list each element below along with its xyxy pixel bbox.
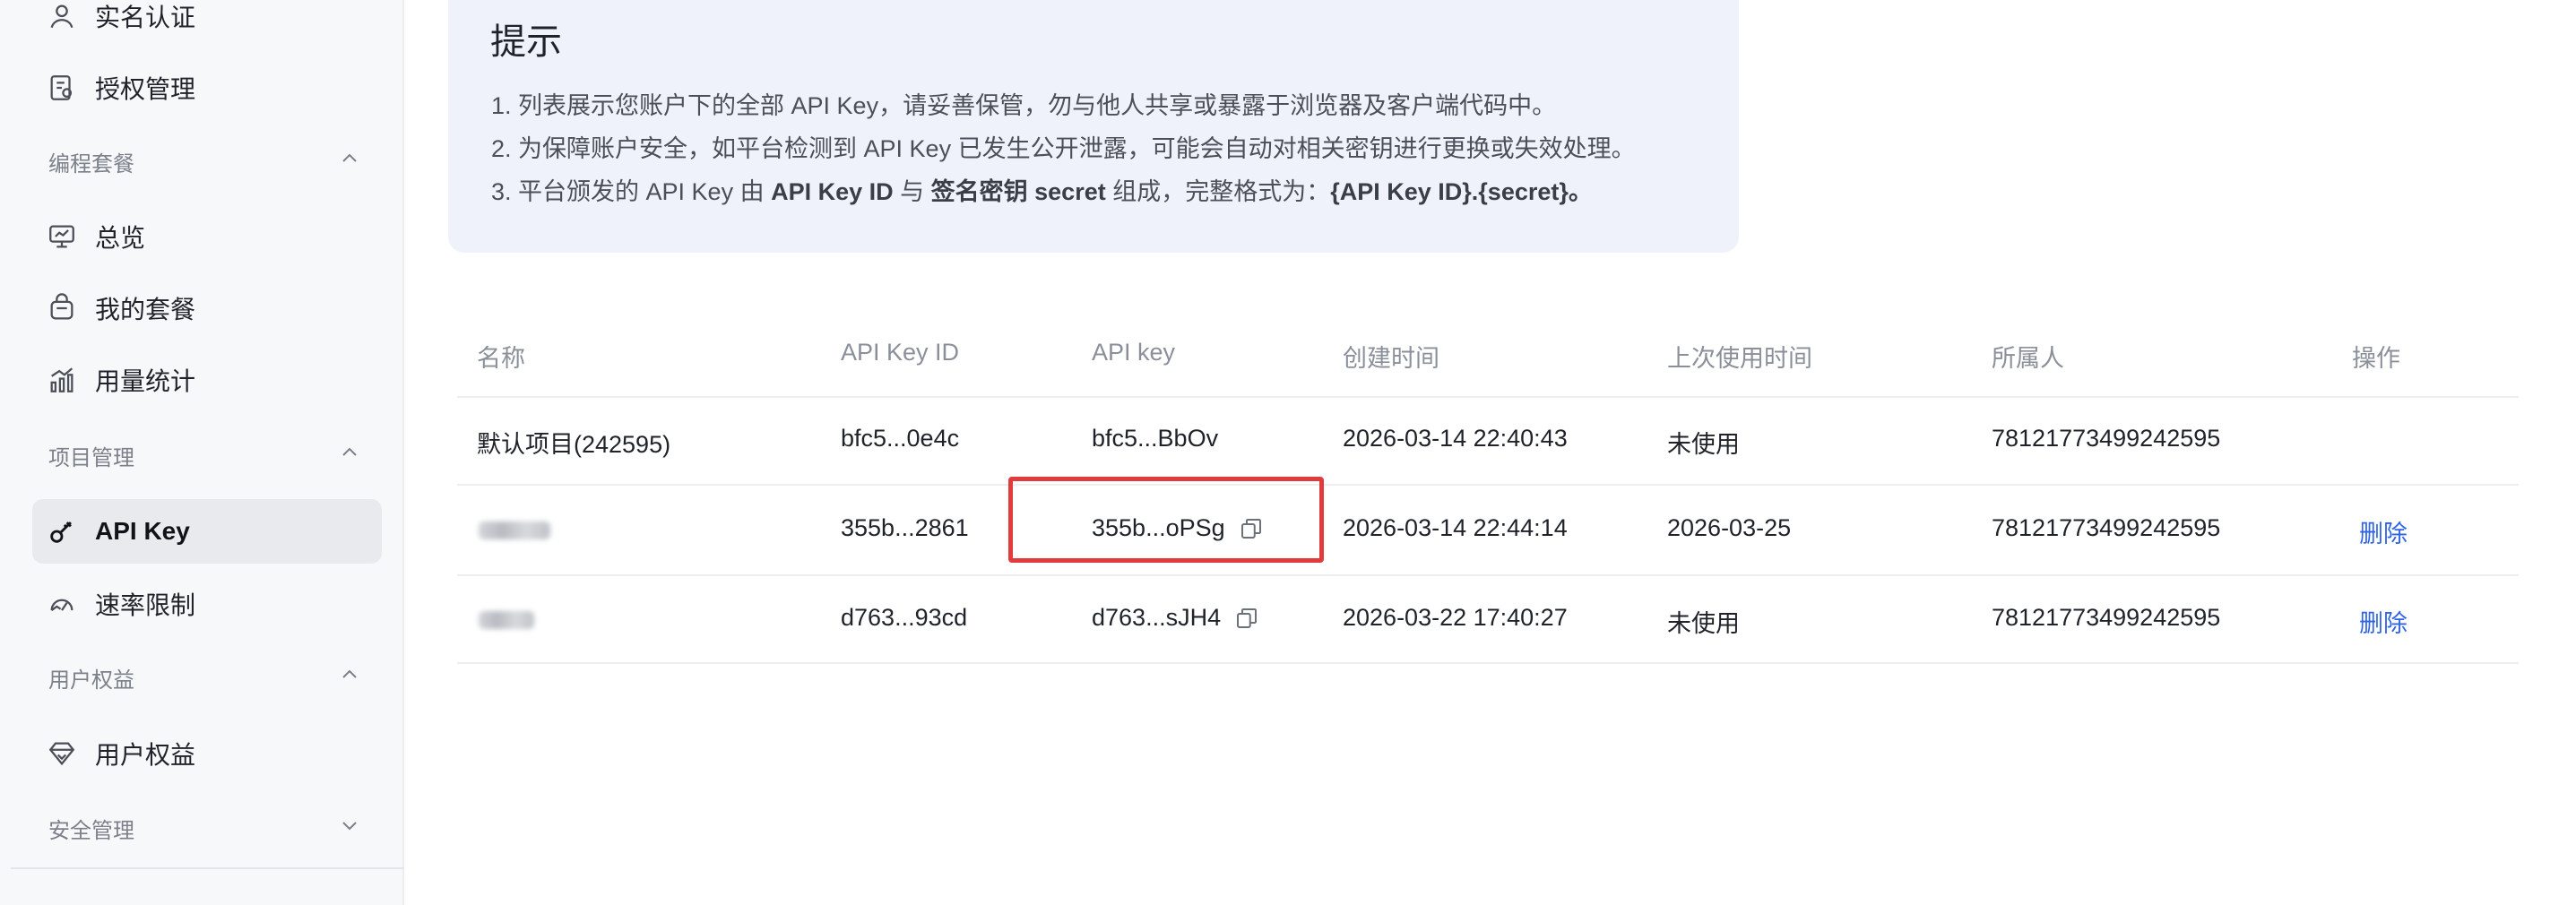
blurred-name: [479, 611, 534, 629]
row-divider: [457, 396, 2519, 398]
column-header-name: 名称: [477, 345, 525, 372]
column-header-created: 创建时间: [1343, 345, 1439, 372]
group-label: 编程套餐: [48, 151, 134, 177]
diamond-icon: [47, 738, 77, 769]
cell-last-used: 2026-03-25: [1667, 514, 1792, 541]
highlight-box: [1008, 477, 1324, 563]
cell-key-id: d763...93cd: [841, 604, 968, 631]
cell-key-id: bfc5...0e4c: [841, 425, 960, 452]
chevron-up-icon: [339, 442, 360, 470]
column-header-action: 操作: [2352, 345, 2400, 372]
sidebar-item-label: API Key: [95, 517, 190, 545]
column-header-last-used: 上次使用时间: [1667, 345, 1812, 372]
row-divider: [457, 662, 2519, 664]
blurred-name: [479, 521, 550, 539]
cell-api-key: d763...sJH4: [1092, 604, 1260, 632]
sidebar-item-label: 用户权益: [95, 741, 196, 769]
user-icon: [47, 1, 77, 31]
monitor-icon: [47, 221, 77, 252]
bag-icon: [47, 293, 77, 323]
tip-title: 提示: [490, 22, 562, 62]
tip-line-1: 1. 列表展示您账户下的全部 API Key，请妥善保管，勿与他人共享或暴露于浏…: [491, 92, 1557, 119]
column-header-key-id: API Key ID: [841, 339, 960, 366]
sidebar-item-label: 我的套餐: [95, 296, 196, 323]
tip-box: [448, 0, 1739, 253]
cell-created: 2026-03-22 17:40:27: [1343, 604, 1568, 631]
group-label: 项目管理: [48, 445, 134, 470]
key-icon: [47, 516, 77, 547]
sidebar-item-my-plan[interactable]: 我的套餐: [32, 276, 382, 340]
cell-name: 默认项目(242595): [477, 431, 671, 458]
cell-owner: 78121773499242595: [1992, 604, 2221, 631]
tip-line-2: 2. 为保障账户安全，如平台检测到 API Key 已发生公开泄露，可能会自动对…: [491, 135, 1636, 162]
group-project-management[interactable]: 项目管理: [32, 428, 382, 482]
sidebar-item-label: 用量统计: [95, 367, 196, 395]
sidebar-divider: [11, 867, 404, 869]
group-label: 用户权益: [48, 668, 134, 693]
column-header-owner: 所属人: [1992, 345, 2064, 372]
delete-button[interactable]: 删除: [2359, 514, 2407, 549]
sidebar-item-authorization[interactable]: 授权管理: [32, 56, 382, 120]
gauge-icon: [47, 589, 77, 619]
column-header-api-key: API key: [1092, 339, 1176, 366]
sidebar-item-api-key[interactable]: API Key: [32, 499, 382, 564]
sidebar-item-label: 总览: [95, 224, 146, 252]
cell-api-key: bfc5...BbOv: [1092, 425, 1219, 452]
group-user-benefits[interactable]: 用户权益: [32, 651, 382, 704]
sidebar-item-label: 速率限制: [95, 591, 196, 619]
cell-last-used: 未使用: [1667, 431, 1740, 458]
cell-created: 2026-03-14 22:44:14: [1343, 514, 1568, 541]
sidebar-item-usage-stats[interactable]: 用量统计: [32, 348, 382, 412]
document-icon: [47, 73, 77, 103]
delete-button[interactable]: 删除: [2359, 604, 2407, 639]
sidebar-item-user-benefits[interactable]: 用户权益: [32, 721, 382, 786]
row-divider: [457, 574, 2519, 576]
group-security-management[interactable]: 安全管理: [32, 801, 382, 855]
chart-icon: [47, 365, 77, 395]
tip-line-3: 3. 平台颁发的 API Key 由 API Key ID 与 签名密钥 sec…: [491, 178, 1593, 205]
group-coding-plan[interactable]: 编程套餐: [32, 134, 382, 188]
chevron-down-icon: [339, 814, 360, 842]
sidebar-item-overview[interactable]: 总览: [32, 204, 382, 269]
sidebar-item-label: 实名认证: [95, 4, 196, 31]
sidebar-item-real-name[interactable]: 实名认证: [32, 0, 382, 48]
sidebar-item-rate-limit[interactable]: 速率限制: [32, 572, 382, 636]
copy-icon[interactable]: [1233, 605, 1260, 632]
cell-key-id: 355b...2861: [841, 514, 969, 541]
chevron-up-icon: [339, 664, 360, 692]
cell-owner: 78121773499242595: [1992, 514, 2221, 541]
sidebar: 实名认证 授权管理 编程套餐 总览 我的套餐 用量统计 项目管理 API Key…: [0, 0, 404, 905]
group-label: 安全管理: [48, 818, 134, 843]
cell-created: 2026-03-14 22:40:43: [1343, 425, 1568, 452]
sidebar-item-label: 授权管理: [95, 75, 196, 103]
cell-owner: 78121773499242595: [1992, 425, 2221, 452]
row-divider: [457, 484, 2519, 486]
cell-last-used: 未使用: [1667, 610, 1740, 637]
chevron-up-icon: [339, 148, 360, 176]
